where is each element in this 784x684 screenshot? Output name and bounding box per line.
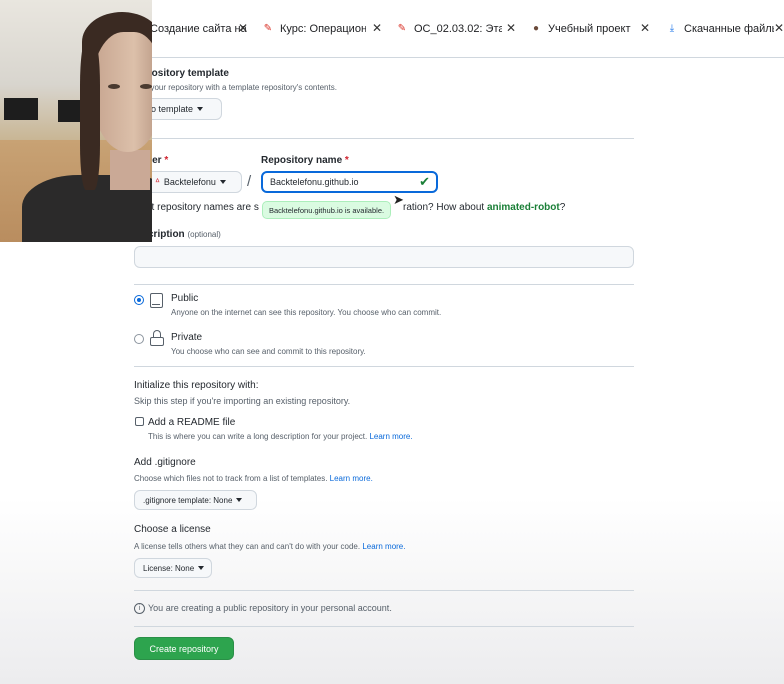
repo-name-label: Repository name *	[261, 155, 349, 166]
tab-close-icon[interactable]: ✕	[238, 21, 248, 35]
license-select[interactable]: License: None	[134, 558, 212, 578]
check-icon: ✔	[419, 174, 430, 189]
tab-close-icon[interactable]: ✕	[372, 21, 382, 35]
course-icon: ✎	[263, 23, 273, 34]
learn-more-link[interactable]: Learn more.	[330, 474, 373, 483]
tab-2[interactable]: ✎ OC_02.03.02: Этапы р ✕	[396, 20, 516, 38]
gitignore-select[interactable]: .gitignore template: None	[134, 490, 257, 510]
repo-name-value: Backtelefonu.github.io	[270, 177, 359, 187]
suggestion-rest: ration? How about animated-robot?	[403, 202, 566, 213]
course-icon: ✎	[397, 23, 407, 34]
private-desc: You choose who can see and commit to thi…	[171, 347, 366, 356]
license-select-label: License: None	[143, 563, 195, 573]
readme-checkbox[interactable]	[135, 417, 144, 426]
tab-label: Скачанные файлы	[684, 23, 774, 35]
learn-more-link[interactable]: Learn more.	[362, 542, 405, 551]
description-input[interactable]	[134, 246, 634, 268]
private-label: Private	[171, 332, 203, 343]
readme-label: Add a README file	[148, 417, 236, 428]
tab-close-icon[interactable]: ✕	[506, 21, 516, 35]
public-notice: You are creating a public repository in …	[148, 603, 392, 613]
public-desc: Anyone on the internet can see this repo…	[171, 308, 442, 317]
init-desc: Skip this step if you're importing an ex…	[134, 396, 351, 406]
user-avatar-icon: ᐞ	[155, 176, 160, 187]
tab-label: Курс: Операционны	[280, 23, 366, 35]
download-icon: ⤓	[669, 23, 675, 34]
template-select[interactable]: lo template	[140, 98, 222, 120]
repo-name-input[interactable]: Backtelefonu.github.io ✔	[261, 171, 438, 193]
private-radio[interactable]	[134, 334, 144, 344]
divider	[134, 138, 634, 139]
chevron-down-icon	[219, 180, 226, 184]
tab-label: Учебный проект Са	[548, 23, 634, 35]
template-desc: t your repository with a template reposi…	[146, 83, 337, 92]
repo-icon	[150, 293, 163, 308]
availability-tooltip: Backtelefonu.github.io is available.	[262, 201, 392, 219]
suggested-name-link[interactable]: animated-robot	[487, 202, 560, 213]
tab-close-icon[interactable]: ✕	[640, 21, 650, 35]
webcam-overlay	[0, 0, 152, 242]
tab-0[interactable]: Создание сайта на Г ✕	[150, 20, 248, 38]
tab-1[interactable]: ✎ Курс: Операционны ✕	[262, 20, 382, 38]
gitignore-heading: Add .gitignore	[134, 457, 196, 468]
tab-label: OC_02.03.02: Этапы р	[414, 23, 502, 35]
tab-3[interactable]: ● Учебный проект Са ✕	[530, 20, 650, 38]
divider	[134, 366, 634, 367]
info-icon: i	[134, 603, 145, 614]
divider	[134, 590, 634, 591]
tab-4[interactable]: ⤓ Скачанные файлы ✕	[666, 20, 784, 38]
template-heading: epository template	[140, 68, 229, 79]
public-radio[interactable]	[134, 295, 144, 305]
avatar-icon: ●	[532, 23, 540, 34]
license-heading: Choose a license	[134, 524, 211, 535]
chevron-down-icon	[236, 498, 243, 502]
suggestion-text: at repository names are s	[146, 202, 259, 213]
divider	[134, 626, 634, 627]
owner-select[interactable]: ᐞ Backtelefonu	[146, 171, 242, 193]
license-desc: A license tells others what they can and…	[134, 542, 406, 551]
chevron-down-icon	[198, 566, 205, 570]
owner-value: Backtelefonu	[163, 177, 216, 187]
template-select-label: lo template	[149, 104, 194, 114]
gitignore-desc: Choose which files not to track from a l…	[134, 474, 373, 483]
slash-separator: /	[247, 173, 252, 190]
tab-label: Создание сайта на Г	[150, 23, 248, 35]
init-heading: Initialize this repository with:	[134, 380, 259, 391]
tab-close-icon[interactable]: ✕	[774, 21, 784, 35]
public-label: Public	[171, 293, 199, 304]
gitignore-select-label: .gitignore template: None	[143, 495, 233, 505]
create-repository-button[interactable]: Create repository	[134, 637, 234, 660]
description-label: cription (optional)	[148, 229, 221, 240]
learn-more-link[interactable]: Learn more.	[369, 432, 412, 441]
lock-icon	[150, 330, 164, 346]
readme-desc: This is where you can write a long descr…	[148, 432, 413, 441]
divider	[134, 284, 634, 285]
chevron-down-icon	[197, 107, 204, 111]
